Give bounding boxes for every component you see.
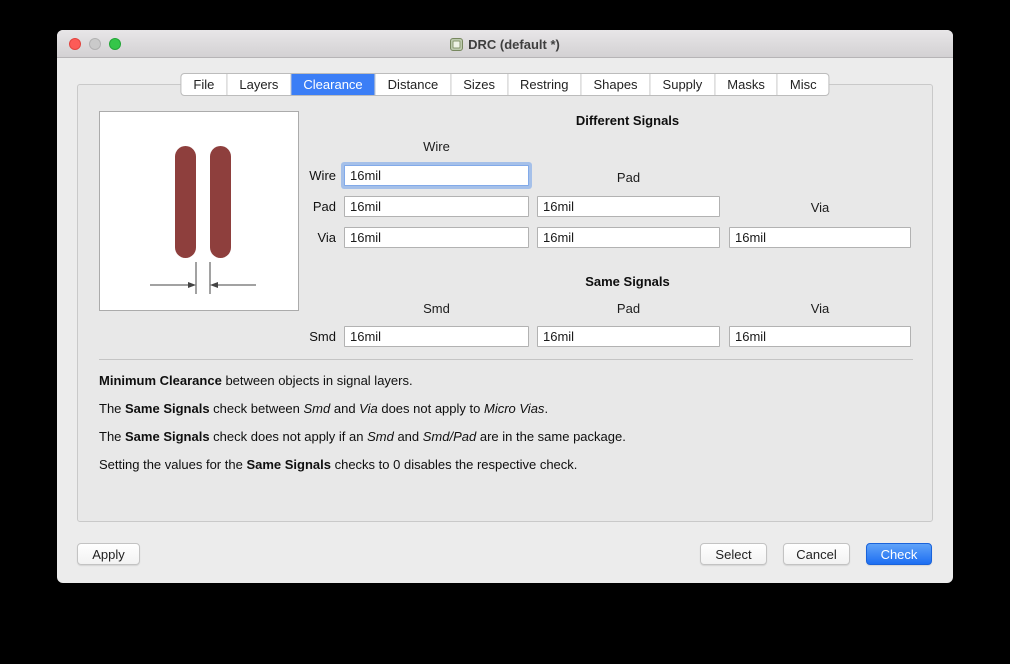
tab-shapes[interactable]: Shapes [581,74,651,95]
same-signals-heading: Same Signals [585,274,670,289]
row-label-smd: Smd [309,329,336,344]
apply-button[interactable]: Apply [77,543,140,565]
input-wire-wire[interactable] [344,165,529,186]
input-via-pad[interactable] [537,227,720,248]
window-title-area: DRC (default *) [57,30,953,58]
tab-misc[interactable]: Misc [778,74,829,95]
dimension-arrow-left-icon [210,282,218,288]
input-smd-via[interactable] [729,326,911,347]
tab-bar: File Layers Clearance Distance Sizes Restring… [180,73,830,96]
note-line: Minimum Clearance between objects in sig… [99,373,413,388]
row-label-wire: Wire [309,168,336,183]
note-line: The Same Signals check does not apply if… [99,429,626,444]
column-header-pad-same: Pad [616,301,641,316]
tab-distance[interactable]: Distance [376,74,452,95]
window-title: DRC (default *) [468,36,560,52]
note-line: The Same Signals check between Smd and V… [99,401,549,416]
notes: Minimum Clearance between objects in sig… [99,373,914,485]
tab-sizes[interactable]: Sizes [451,74,509,95]
column-header-pad: Pad [616,170,641,185]
clearance-panel: Different Signals Wire Pad Via Wire Pad … [77,84,933,522]
input-pad-pad[interactable] [537,196,720,217]
row-label-via: Via [317,230,336,245]
check-button[interactable]: Check [866,543,932,565]
drc-dialog: DRC (default *) File Layers Clearance Dista… [57,30,953,583]
input-smd-smd[interactable] [344,326,529,347]
input-pad-wire[interactable] [344,196,529,217]
left-wire-shape [175,146,196,258]
note-line: Setting the values for the Same Signals … [99,457,578,472]
tab-file[interactable]: File [181,74,228,95]
different-signals-heading: Different Signals [575,113,680,128]
cancel-button[interactable]: Cancel [783,543,850,565]
tab-clearance[interactable]: Clearance [291,74,376,95]
title-bar[interactable]: DRC (default *) [57,30,953,58]
dimension-arrow-right-icon [188,282,196,288]
column-header-via: Via [810,200,830,215]
column-header-smd: Smd [423,301,450,316]
select-button[interactable]: Select [700,543,767,565]
tab-masks[interactable]: Masks [715,74,778,95]
divider [99,359,913,360]
input-via-via[interactable] [729,227,911,248]
input-via-wire[interactable] [344,227,529,248]
column-header-wire: Wire [423,139,450,154]
input-smd-pad[interactable] [537,326,720,347]
tab-layers[interactable]: Layers [227,74,292,95]
tab-supply[interactable]: Supply [651,74,716,95]
row-label-pad: Pad [312,199,336,214]
tab-restring[interactable]: Restring [508,74,582,95]
column-header-via-same: Via [810,301,830,316]
app-icon [450,37,464,51]
